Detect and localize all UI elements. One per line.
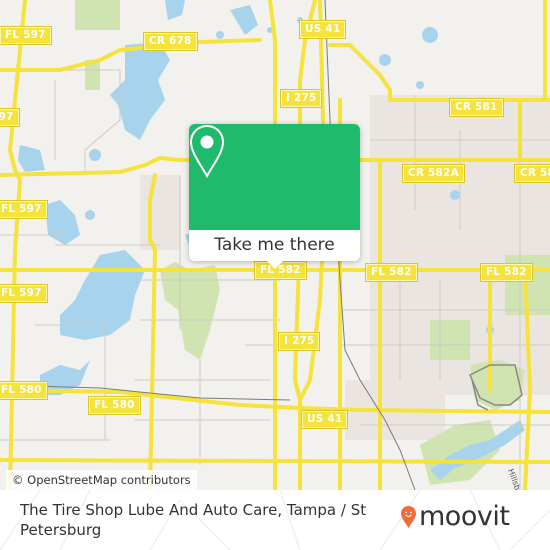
- road-shield-fl597: FL 597: [0, 26, 52, 45]
- road-shield-fl597: 597: [0, 108, 20, 127]
- take-me-there-button[interactable]: Take me there: [189, 230, 360, 261]
- road-shield-i275: I 275: [277, 332, 321, 351]
- road-shield-cr581: CR 581: [449, 98, 504, 117]
- brand-name: moovit: [419, 501, 510, 532]
- road-shield-cr678: CR 678: [143, 32, 198, 51]
- moovit-pin-icon: [401, 506, 416, 528]
- popup-pointer: [267, 261, 283, 269]
- road-shield-us41: US 41: [298, 20, 347, 39]
- location-pin-icon: [189, 124, 225, 179]
- road-shield-fl597: FL 597: [0, 284, 48, 303]
- road-shield-fl582: FL 582: [365, 263, 418, 282]
- popup-header: [189, 124, 360, 230]
- footer: The Tire Shop Lube And Auto Care, Tampa …: [0, 490, 550, 550]
- road-shield-cr582: CR 58: [513, 164, 550, 183]
- moovit-logo[interactable]: moovit: [400, 501, 510, 533]
- osm-attribution-link[interactable]: © OpenStreetMap contributors: [6, 470, 197, 490]
- map-canvas[interactable]: Hillsborough River FL 597 CR 678 US 41 5…: [0, 0, 550, 490]
- road-shield-us41: US 41: [300, 410, 349, 429]
- road-shield-cr582a: CR 582A: [402, 164, 465, 183]
- river-label: Hillsborough River: [506, 468, 540, 490]
- road-shield-fl580: FL 580: [0, 381, 48, 400]
- road-shield-fl582: FL 582: [480, 263, 533, 282]
- road-shield-fl580: FL 580: [88, 396, 141, 415]
- road-shield-i275: I 275: [279, 89, 323, 108]
- location-popup: Take me there: [189, 124, 360, 269]
- road-shield-fl597: FL 597: [0, 200, 48, 219]
- place-title: The Tire Shop Lube And Auto Care, Tampa …: [20, 501, 367, 539]
